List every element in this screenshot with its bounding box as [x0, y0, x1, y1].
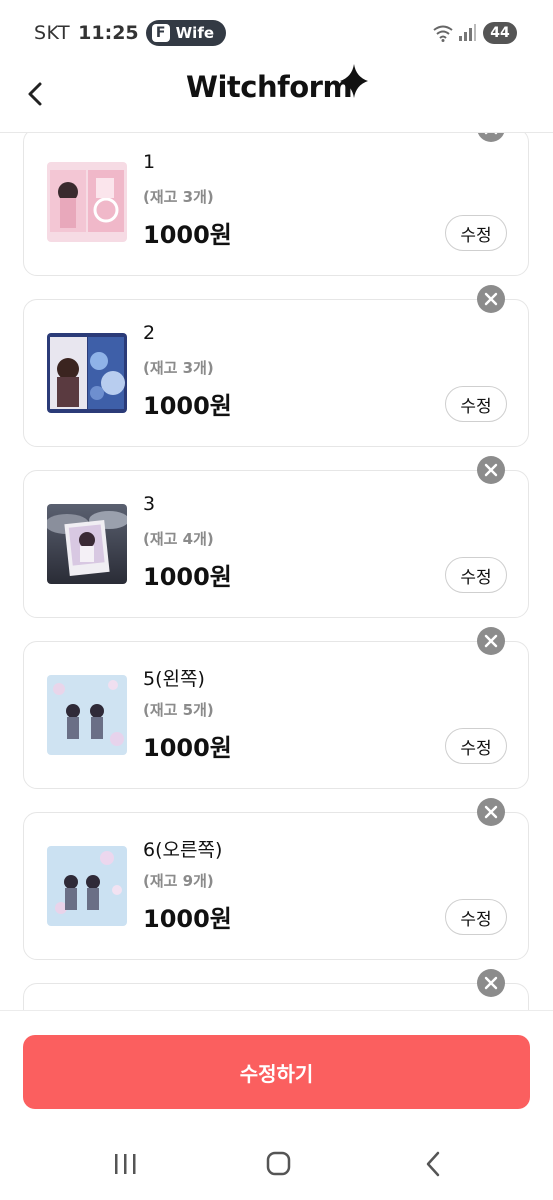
item-price: 1000원: [143, 392, 232, 420]
chevron-left-icon: [28, 82, 42, 106]
edit-button[interactable]: 수정: [445, 728, 507, 764]
item-name: 3: [143, 493, 156, 515]
remove-button[interactable]: [477, 285, 505, 313]
notification-pill: F Wife: [145, 20, 227, 46]
item-price: 1000원: [143, 563, 232, 591]
remove-button[interactable]: [477, 798, 505, 826]
carrier-label: SKT: [34, 22, 71, 44]
product-thumbnail: [47, 846, 127, 926]
product-card: 6(오른쪽) (재고 9개) 1000원 수정: [23, 812, 529, 960]
close-icon: [484, 805, 498, 819]
home-button[interactable]: [258, 1148, 298, 1180]
item-stock: (재고 9개): [143, 872, 214, 890]
clock: 11:25: [78, 22, 139, 44]
battery-icon: 44: [483, 22, 517, 44]
remove-button[interactable]: [477, 456, 505, 484]
product-card: 3 (재고 4개) 1000원 수정: [23, 470, 529, 618]
product-thumbnail: [47, 504, 127, 584]
submit-edit-button[interactable]: 수정하기: [23, 1035, 530, 1109]
item-name: 5(왼쪽): [143, 668, 205, 690]
item-price: 1000원: [143, 221, 232, 249]
remove-button[interactable]: [477, 627, 505, 655]
sparkle-icon: [340, 64, 368, 98]
signal-icon: [459, 24, 476, 41]
item-stock: (재고 3개): [143, 188, 214, 206]
item-price: 1000원: [143, 905, 232, 933]
item-stock: (재고 4개): [143, 530, 214, 548]
back-icon: [426, 1151, 440, 1177]
home-icon: [266, 1151, 291, 1176]
item-stock: (재고 5개): [143, 701, 214, 719]
close-icon: [484, 634, 498, 648]
product-thumbnail: [47, 333, 127, 413]
item-name: 6(오른쪽): [143, 839, 223, 861]
status-right: 44: [432, 22, 517, 44]
bottom-action-bar: 수정하기: [0, 1010, 553, 1131]
app-header: Witchform: [0, 62, 553, 133]
product-card: 2 (재고 3개) 1000원 수정: [23, 299, 529, 447]
nav-back-button[interactable]: [414, 1148, 454, 1180]
status-bar: SKT 11:25 F Wife 44: [0, 0, 553, 62]
edit-button[interactable]: 수정: [445, 557, 507, 593]
item-name: 2: [143, 322, 156, 344]
notification-pill-label: Wife: [175, 24, 215, 42]
status-left: SKT 11:25 F Wife: [34, 20, 227, 46]
app-icon: F: [151, 24, 170, 42]
item-price: 1000원: [143, 734, 232, 762]
back-button[interactable]: [18, 76, 54, 112]
edit-button[interactable]: 수정: [445, 386, 507, 422]
product-card: 5(왼쪽) (재고 5개) 1000원 수정: [23, 641, 529, 789]
remove-button[interactable]: [477, 969, 505, 997]
item-stock: (재고 3개): [143, 359, 214, 377]
product-list[interactable]: 1 (재고 3개) 1000원 수정 2 (재고 3개) 1000원 수정 3 …: [0, 132, 553, 1010]
product-thumbnail: [47, 162, 127, 242]
item-name: 1: [143, 151, 156, 173]
close-icon: [484, 976, 498, 990]
wifi-icon: [433, 25, 453, 42]
close-icon: [484, 292, 498, 306]
close-icon: [484, 463, 498, 477]
recent-apps-button[interactable]: [105, 1148, 145, 1180]
system-nav-bar: [0, 1130, 553, 1200]
product-card: [23, 983, 529, 1010]
product-thumbnail: [47, 675, 127, 755]
brand-logo: Witchform: [186, 70, 353, 104]
edit-button[interactable]: 수정: [445, 215, 507, 251]
product-card: 1 (재고 3개) 1000원 수정: [23, 132, 529, 276]
edit-button[interactable]: 수정: [445, 899, 507, 935]
recent-apps-icon: [115, 1154, 136, 1174]
